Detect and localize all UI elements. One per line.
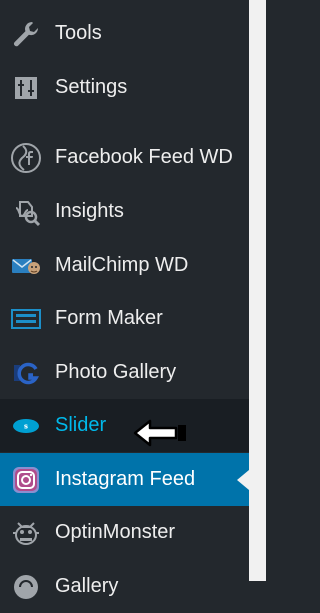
facebook-feed-icon bbox=[10, 142, 42, 174]
gallery-icon bbox=[10, 571, 42, 603]
menu-item-gallery[interactable]: Gallery bbox=[0, 560, 249, 613]
menu-item-photo-gallery[interactable]: Photo Gallery bbox=[0, 346, 249, 399]
content-area-edge bbox=[249, 0, 266, 581]
form-maker-icon bbox=[10, 303, 42, 335]
menu-item-label: Form Maker bbox=[55, 307, 163, 329]
admin-sidebar-menu: Tools Settings Facebook Feed WD Insights… bbox=[0, 0, 249, 599]
menu-item-label: Instagram Feed bbox=[55, 468, 196, 490]
settings-sliders-icon bbox=[10, 72, 42, 104]
menu-item-insights[interactable]: Insights bbox=[0, 185, 249, 238]
menu-item-label: OptinMonster bbox=[55, 521, 176, 543]
menu-item-label: Photo Gallery bbox=[55, 361, 177, 383]
slider-icon: s bbox=[10, 410, 42, 442]
menu-item-instagram-feed[interactable]: Instagram Feed bbox=[0, 453, 249, 506]
wrench-icon bbox=[10, 18, 42, 50]
mailchimp-icon bbox=[10, 250, 42, 282]
menu-item-label: Slider bbox=[55, 414, 107, 436]
menu-item-label: MailChimp WD bbox=[55, 254, 189, 276]
menu-item-facebook-feed-wd[interactable]: Facebook Feed WD bbox=[0, 131, 249, 184]
menu-item-label: Settings bbox=[55, 76, 128, 98]
menu-item-optinmonster[interactable]: OptinMonster bbox=[0, 506, 249, 559]
menu-item-form-maker[interactable]: Form Maker bbox=[0, 292, 249, 345]
menu-item-label: Tools bbox=[55, 22, 102, 44]
menu-item-slider[interactable]: s Slider bbox=[0, 399, 249, 452]
optinmonster-icon bbox=[10, 517, 42, 549]
menu-item-tools[interactable]: Tools bbox=[0, 7, 249, 60]
menu-item-label: Facebook Feed WD bbox=[55, 146, 233, 168]
svg-text:s: s bbox=[24, 422, 28, 430]
insights-icon bbox=[10, 196, 42, 228]
photo-gallery-icon bbox=[10, 357, 42, 389]
current-page-indicator bbox=[237, 469, 249, 490]
instagram-icon bbox=[10, 464, 42, 496]
menu-item-settings[interactable]: Settings bbox=[0, 61, 249, 114]
menu-item-label: Insights bbox=[55, 200, 124, 222]
menu-item-label: Gallery bbox=[55, 575, 119, 597]
annotation-arrow-icon bbox=[132, 418, 188, 448]
menu-item-mailchimp-wd[interactable]: MailChimp WD bbox=[0, 239, 249, 292]
